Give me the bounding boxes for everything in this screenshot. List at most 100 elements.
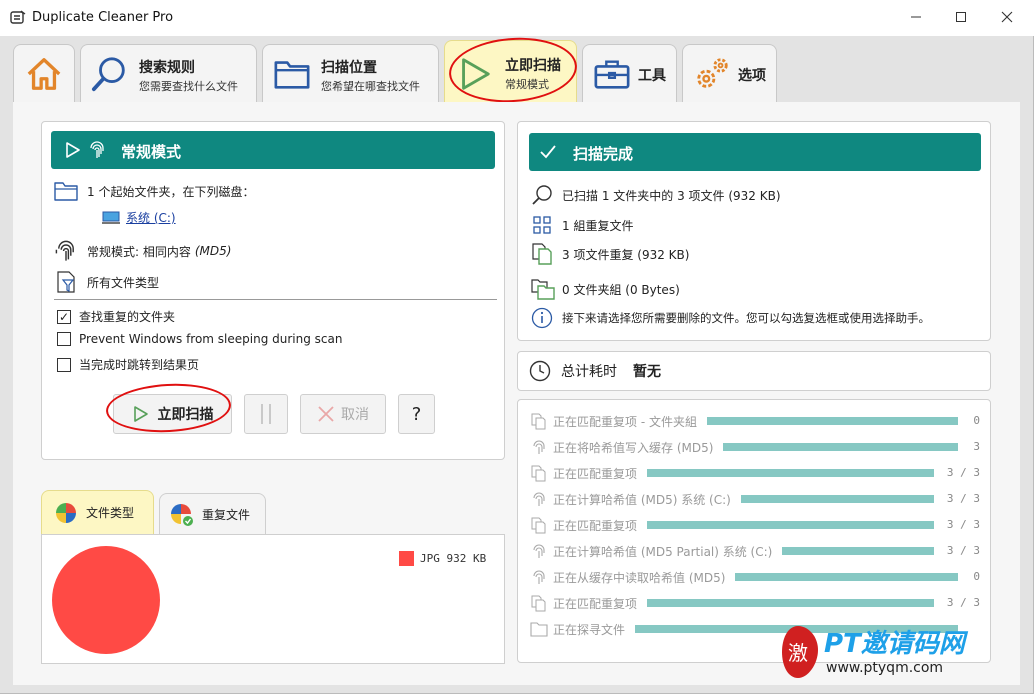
tab-duplicate-files[interactable]: 重复文件 bbox=[159, 493, 266, 535]
app-icon bbox=[10, 10, 26, 24]
duplicate-files-icon bbox=[531, 517, 546, 534]
pie-slice-jpg[interactable] bbox=[52, 546, 160, 654]
stat-text: 接下来请选择您所需要删除的文件。您可以勾选复选框或使用选择助手。 bbox=[562, 311, 930, 325]
search-icon bbox=[532, 185, 552, 205]
svg-text:激: 激 bbox=[788, 641, 808, 665]
stat-text: 3 项文件重复 (932 KB) bbox=[562, 247, 690, 262]
fingerprint-icon bbox=[55, 240, 74, 261]
progress-label: 正在计算哈希值 (MD5) 系统 (C:) bbox=[553, 492, 731, 507]
duplicate-files-icon bbox=[531, 595, 546, 612]
close-button[interactable] bbox=[984, 2, 1030, 32]
tab-tools[interactable]: 工具 bbox=[582, 44, 677, 102]
checkbox[interactable]: ✓ bbox=[57, 309, 71, 324]
progress-row: 正在匹配重复项 bbox=[530, 464, 637, 482]
progress-row: 正在将哈希值写入缓存 (MD5) bbox=[530, 438, 713, 456]
minimize-button[interactable] bbox=[893, 2, 939, 32]
stat-duplicate-folders: 0 文件夹組 (0 Bytes) bbox=[531, 277, 680, 301]
maximize-icon bbox=[956, 12, 966, 22]
play-icon bbox=[66, 142, 80, 158]
stat-scanned: 已扫描 1 文件夹中的 3 项文件 (932 KB) bbox=[531, 184, 781, 206]
panel-header-title: 常规模式 bbox=[121, 143, 182, 161]
option-prevent-sleep[interactable]: Prevent Windows from sleeping during sca… bbox=[57, 332, 342, 346]
divider bbox=[54, 299, 497, 300]
tab-title: 搜索规则 bbox=[139, 60, 195, 76]
checkbox[interactable] bbox=[57, 357, 71, 372]
progress-bar bbox=[782, 547, 934, 555]
duplicate-folders-icon bbox=[531, 279, 555, 300]
tab-scan-locations[interactable]: 扫描位置 您希望在哪查找文件 bbox=[262, 44, 439, 102]
pie-chart-check-icon bbox=[171, 503, 193, 526]
progress-row: 正在计算哈希值 (MD5 Partial) 系统 (C:) bbox=[530, 542, 772, 560]
progress-bar bbox=[647, 599, 934, 607]
option-label: 查找重复的文件夹 bbox=[79, 310, 176, 324]
cancel-icon bbox=[318, 406, 334, 422]
progress-row: 正在匹配重复项 bbox=[530, 594, 637, 612]
elapsed-time-value: 暂无 bbox=[633, 364, 661, 380]
tab-subtitle: 您希望在哪查找文件 bbox=[321, 80, 420, 93]
window-title: Duplicate Cleaner Pro bbox=[32, 10, 174, 25]
clock-icon bbox=[529, 360, 551, 382]
elapsed-time-row: 总计耗时 暂无 bbox=[529, 360, 661, 382]
elapsed-time-label: 总计耗时 bbox=[561, 364, 617, 380]
progress-value: 3 bbox=[973, 440, 980, 453]
panel-header-title: 扫描完成 bbox=[573, 145, 634, 163]
file-types-chart-panel: JPG 932 KB bbox=[41, 534, 505, 664]
fingerprint-icon bbox=[533, 544, 545, 558]
grid-icon bbox=[533, 216, 551, 234]
tab-options[interactable]: 选项 bbox=[682, 44, 777, 102]
scan-mode-row: 常规模式: 相同内容 (MD5) bbox=[54, 239, 231, 263]
tab-file-types[interactable]: 文件类型 bbox=[41, 490, 154, 534]
stat-duplicate-files: 3 项文件重复 (932 KB) bbox=[531, 242, 689, 266]
progress-value: 3 / 3 bbox=[946, 518, 980, 531]
file-types-text: 所有文件类型 bbox=[87, 275, 160, 290]
watermark-logo: 激 PT邀请码网 www.ptyqm.com bbox=[782, 626, 969, 678]
progress-value: 0 bbox=[973, 570, 980, 583]
tab-home[interactable] bbox=[13, 44, 75, 102]
panel-header: 扫描完成 bbox=[529, 133, 981, 171]
home-icon bbox=[27, 58, 61, 90]
file-filter-icon bbox=[57, 271, 75, 293]
fingerprint-icon bbox=[533, 440, 545, 454]
progress-label: 正在将哈希值写入缓存 (MD5) bbox=[553, 440, 714, 455]
elapsed-time-panel: 总计耗时 暂无 bbox=[517, 351, 991, 391]
progress-value: 3 / 3 bbox=[946, 492, 980, 505]
tab-title: 选项 bbox=[738, 68, 766, 84]
progress-label: 正在匹配重复项 bbox=[553, 596, 638, 611]
progress-label: 正在从缓存中读取哈希值 (MD5) bbox=[553, 570, 726, 585]
progress-bar bbox=[647, 521, 934, 529]
progress-bar bbox=[723, 443, 958, 451]
progress-row: 正在探寻文件 bbox=[530, 620, 625, 638]
drive-link[interactable]: 系统 (C:) bbox=[126, 209, 176, 226]
checkbox[interactable] bbox=[57, 332, 71, 346]
fingerprint-icon bbox=[533, 492, 545, 506]
stat-text: 1 組重复文件 bbox=[562, 218, 634, 233]
pause-button[interactable] bbox=[244, 394, 288, 434]
cancel-button[interactable]: 取消 bbox=[300, 394, 386, 434]
scan-mode-suffix: (MD5) bbox=[194, 244, 232, 258]
legend-label: JPG 932 KB bbox=[420, 552, 487, 565]
fingerprint-icon bbox=[90, 141, 104, 158]
gear-icon bbox=[697, 58, 728, 88]
maximize-button[interactable] bbox=[938, 2, 984, 32]
tab-subtitle: 您需要查找什么文件 bbox=[139, 80, 238, 93]
tab-label: 文件类型 bbox=[86, 506, 135, 520]
progress-value: 0 bbox=[973, 414, 980, 427]
tab-label: 重复文件 bbox=[202, 508, 251, 522]
option-label: Prevent Windows from sleeping during sca… bbox=[79, 332, 343, 346]
stat-groups: 1 組重复文件 bbox=[531, 214, 633, 236]
tab-search-rules[interactable]: 搜索规则 您需要查找什么文件 bbox=[80, 44, 257, 102]
cancel-label: 取消 bbox=[341, 407, 369, 423]
svg-text:PT邀请码网: PT邀请码网 bbox=[824, 629, 969, 659]
file-types-row: 所有文件类型 bbox=[54, 270, 159, 294]
title-bar: Duplicate Cleaner Pro bbox=[0, 0, 1035, 36]
drive-row[interactable]: 系统 (C:) bbox=[102, 209, 176, 226]
info-icon bbox=[531, 307, 553, 329]
duplicate-files-icon bbox=[532, 243, 552, 265]
minimize-icon bbox=[911, 16, 921, 18]
help-button[interactable]: ? bbox=[398, 394, 435, 434]
option-find-duplicate-folders[interactable]: ✓ 查找重复的文件夹 bbox=[57, 308, 175, 325]
search-icon bbox=[91, 57, 125, 92]
option-jump-to-results[interactable]: 当完成时跳转到结果页 bbox=[57, 356, 199, 373]
progress-bar bbox=[735, 573, 958, 581]
scan-mode-panel: 常规模式 1 个起始文件夹，在下列磁盘： 系统 (C:) 常规模式: 相同内容 … bbox=[41, 121, 505, 460]
